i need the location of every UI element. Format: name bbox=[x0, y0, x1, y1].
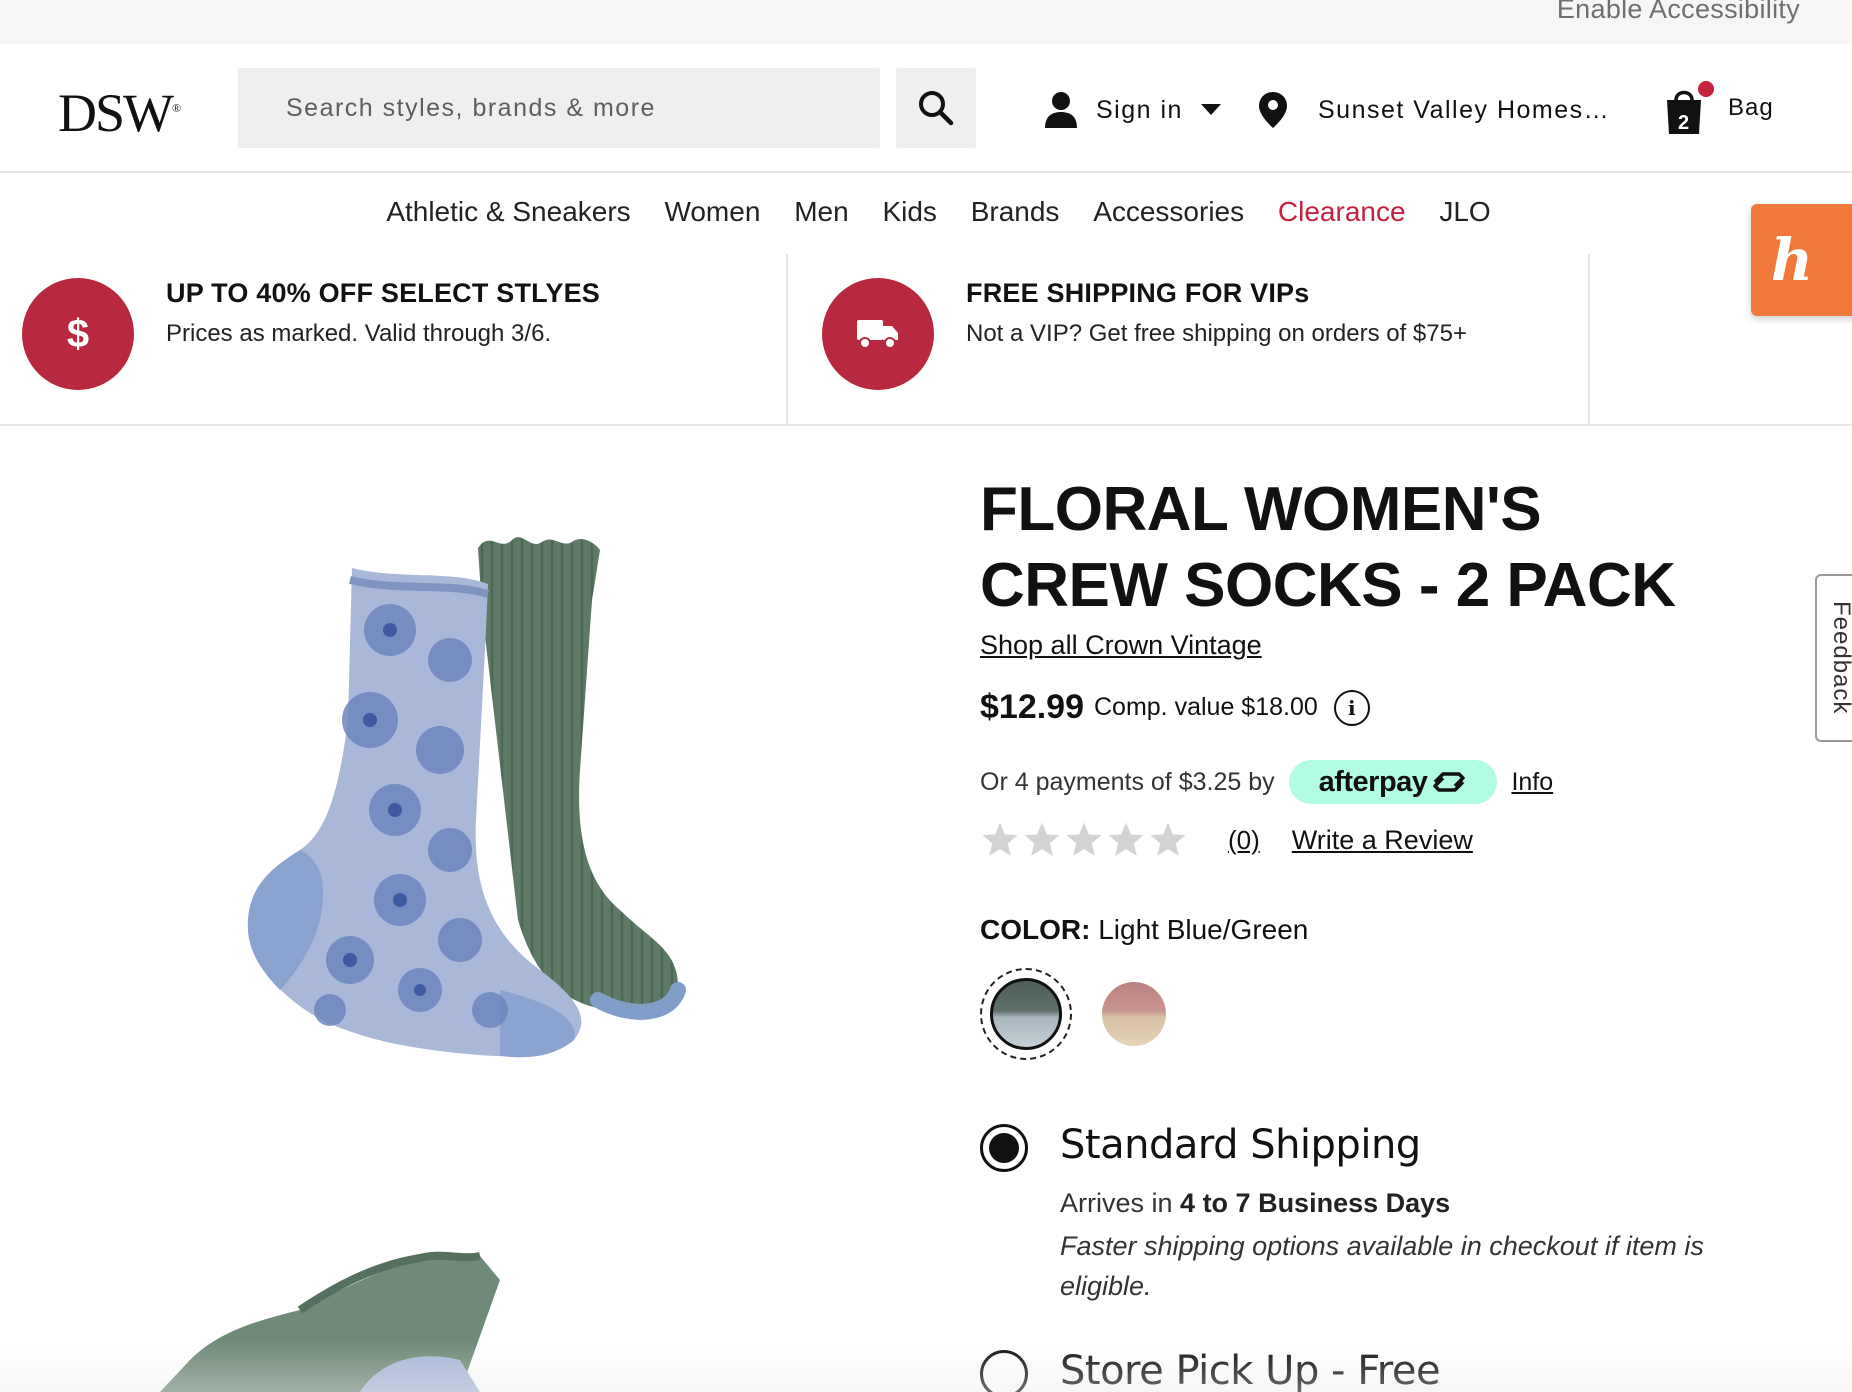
bag-notification-dot bbox=[1698, 81, 1714, 97]
color-swatch-light-blue-green[interactable] bbox=[980, 968, 1072, 1060]
promo-strip: $ UP TO 40% OFF SELECT STLYES Prices as … bbox=[0, 254, 1852, 426]
location-label: Sunset Valley Homes… bbox=[1318, 95, 1611, 124]
nav-kids[interactable]: Kids bbox=[882, 196, 936, 227]
promo-shipping-title: FREE SHIPPING FOR VIPs bbox=[966, 278, 1310, 308]
store-pickup-radio[interactable] bbox=[980, 1350, 1028, 1392]
store-pickup-title: Store Pick Up - Free bbox=[1060, 1348, 1441, 1392]
review-count-link[interactable]: (0) bbox=[1228, 825, 1260, 856]
promo-shipping-subtitle: Not a VIP? Get free shipping on orders o… bbox=[966, 320, 1467, 347]
nav-women[interactable]: Women bbox=[664, 196, 760, 227]
afterpay-badge[interactable]: afterpay bbox=[1288, 760, 1498, 804]
price-row: $12.99 Comp. value $18.00 i bbox=[980, 688, 1370, 727]
shopping-bag[interactable]: 2 Bag bbox=[1664, 78, 1774, 138]
truck-icon bbox=[857, 320, 898, 349]
dsw-logo[interactable]: DSW® bbox=[58, 82, 181, 144]
shipping-arrival: Arrives in 4 to 7 Business Days bbox=[1060, 1188, 1451, 1218]
afterpay-info-link[interactable]: Info bbox=[1511, 768, 1553, 797]
color-label-row: COLOR: Light Blue/Green bbox=[980, 914, 1308, 946]
promo-sale-subtitle: Prices as marked. Valid through 3/6. bbox=[166, 320, 552, 347]
sign-in-label: Sign in bbox=[1096, 95, 1183, 124]
nav-clearance[interactable]: Clearance bbox=[1278, 196, 1406, 227]
utility-bar: Enable Accessibility bbox=[0, 0, 1852, 44]
info-icon[interactable]: i bbox=[1333, 689, 1370, 726]
color-swatch-alternate[interactable] bbox=[1102, 982, 1166, 1046]
promo-sale[interactable]: $ UP TO 40% OFF SELECT STLYES Prices as … bbox=[0, 254, 788, 424]
search-button[interactable] bbox=[896, 68, 976, 148]
search-icon bbox=[919, 91, 954, 126]
star-rating bbox=[980, 820, 1188, 860]
user-icon bbox=[1045, 92, 1077, 128]
location-pin-icon bbox=[1259, 92, 1287, 128]
search-field[interactable] bbox=[238, 68, 880, 148]
star-icon bbox=[1066, 822, 1102, 856]
main-nav: Athletic & Sneakers Women Men Kids Brand… bbox=[0, 196, 1852, 228]
nav-athletic-sneakers[interactable]: Athletic & Sneakers bbox=[386, 196, 630, 227]
star-icon bbox=[1108, 822, 1144, 856]
afterpay-arrows-icon bbox=[1433, 772, 1466, 792]
promo-sale-title: UP TO 40% OFF SELECT STLYES bbox=[166, 278, 601, 308]
star-icon bbox=[1024, 822, 1060, 856]
product-title: FLORAL WOMEN'S CREW SOCKS - 2 PACK bbox=[980, 475, 1676, 620]
store-location[interactable]: Sunset Valley Homes… bbox=[1258, 88, 1610, 132]
product-price: $12.99 bbox=[980, 688, 1084, 726]
bag-count: 2 bbox=[1678, 112, 1690, 134]
star-icon bbox=[982, 822, 1018, 856]
standard-shipping-title: Standard Shipping bbox=[1060, 1122, 1421, 1168]
star-icon bbox=[1150, 822, 1186, 856]
nav-brands[interactable]: Brands bbox=[971, 196, 1060, 227]
bag-label: Bag bbox=[1728, 94, 1774, 121]
bag-icon: 2 bbox=[1664, 80, 1714, 136]
search-input[interactable] bbox=[238, 68, 880, 148]
comp-value: Comp. value $18.00 bbox=[1094, 693, 1318, 721]
site-header: DSW® Sign in Sunset Valley Homes… bbox=[0, 44, 1852, 173]
nav-jlo[interactable]: JLO bbox=[1439, 196, 1490, 227]
shop-brand-link[interactable]: Shop all Crown Vintage bbox=[980, 630, 1262, 661]
dollar-icon: $ bbox=[22, 278, 134, 390]
standard-shipping-radio[interactable] bbox=[980, 1124, 1028, 1172]
chevron-down-icon bbox=[1200, 104, 1221, 115]
color-label: COLOR: bbox=[980, 914, 1091, 945]
afterpay-row: Or 4 payments of $3.25 by afterpay Info bbox=[980, 760, 1553, 804]
rating-row: (0) Write a Review bbox=[980, 820, 1473, 860]
product-image-secondary[interactable] bbox=[160, 1250, 580, 1392]
afterpay-text: Or 4 payments of $3.25 by bbox=[980, 767, 1275, 796]
product-image[interactable] bbox=[200, 520, 730, 1120]
nav-men[interactable]: Men bbox=[794, 196, 848, 227]
nav-accessories[interactable]: Accessories bbox=[1093, 196, 1244, 227]
write-review-link[interactable]: Write a Review bbox=[1292, 825, 1473, 856]
shipping-note: Faster shipping options available in che… bbox=[1060, 1231, 1704, 1301]
promo-shipping[interactable]: FREE SHIPPING FOR VIPs Not a VIP? Get fr… bbox=[790, 254, 1590, 424]
enable-accessibility-link[interactable]: Enable Accessibility bbox=[1557, 0, 1800, 25]
color-value: Light Blue/Green bbox=[1098, 914, 1309, 945]
sign-in-menu[interactable]: Sign in bbox=[1044, 88, 1221, 132]
feedback-tab[interactable]: Feedback bbox=[1815, 574, 1852, 742]
truck-icon-badge bbox=[822, 278, 934, 390]
